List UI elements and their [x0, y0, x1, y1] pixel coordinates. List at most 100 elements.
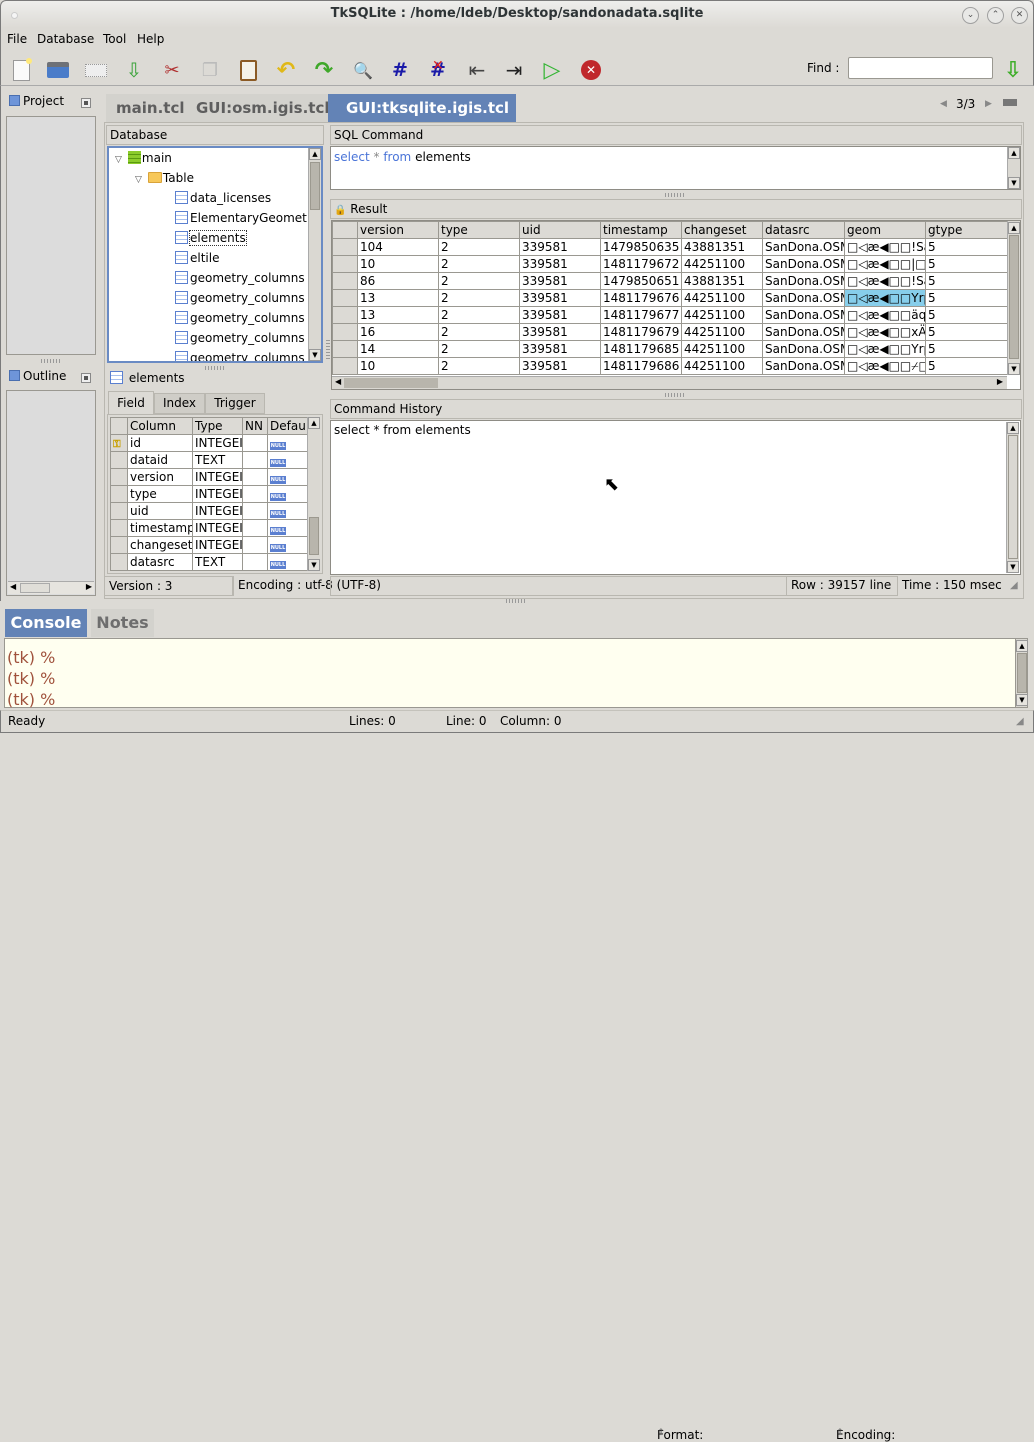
cell-default[interactable]: NULL — [267, 502, 309, 520]
cell-column[interactable]: id — [127, 434, 193, 452]
command-history[interactable]: select * from elements ▲ ▼ ⬉ — [330, 420, 1021, 575]
save-disabled-button[interactable] — [83, 57, 109, 83]
result-cell-uid[interactable]: 339581 — [519, 340, 601, 358]
outline-hscroll-thumb[interactable] — [20, 583, 50, 593]
result-cell-version[interactable]: 86 — [357, 272, 439, 290]
result-cell-type[interactable]: 2 — [438, 357, 520, 375]
scroll-right-icon[interactable]: ▶ — [86, 582, 92, 591]
col-header-datasrc[interactable]: datasrc — [762, 221, 845, 239]
result-cell-timestamp[interactable]: 1481179686 — [600, 357, 682, 375]
cell-default[interactable]: NULL — [267, 519, 309, 537]
scroll-down-icon[interactable]: ▼ — [309, 349, 321, 361]
result-cell-changeset[interactable]: 44251100 — [681, 323, 763, 341]
tree-item-db[interactable]: ▽ main — [115, 148, 172, 168]
result-cell-timestamp[interactable]: 1481179672 — [600, 255, 682, 273]
result-cell-version[interactable]: 16 — [357, 323, 439, 341]
scroll-down-icon[interactable]: ▼ — [1007, 561, 1019, 573]
tab-gui-osm[interactable]: GUI:osm.igis.tcl — [186, 94, 340, 122]
result-cell-type[interactable]: 2 — [438, 289, 520, 307]
sql-splitter[interactable] — [665, 193, 685, 197]
result-cell-geom[interactable]: □◁æ◀□□!SãJ — [844, 238, 926, 256]
result-cell-changeset[interactable]: 44251100 — [681, 357, 763, 375]
window-resize-grip-icon[interactable]: ◢ — [1016, 716, 1024, 727]
sidebar-splitter[interactable] — [41, 359, 61, 363]
col-header-gtype[interactable]: gtype — [925, 221, 1008, 239]
schema-vscrollbar[interactable]: ▲ ▼ — [307, 417, 320, 571]
result-cell-geom[interactable]: □◁æ◀□□|□/Q — [844, 255, 926, 273]
cell-nn[interactable] — [242, 451, 268, 469]
tab-index[interactable]: Index — [154, 393, 205, 414]
prev-tab-icon[interactable]: ◀ — [940, 99, 947, 109]
schema-row[interactable]: version INTEGEI NULL — [110, 468, 309, 486]
scroll-right-icon[interactable]: ▶ — [997, 377, 1003, 386]
history-scroll-thumb[interactable] — [1008, 435, 1018, 559]
minimize-button[interactable]: ⌄ — [962, 7, 979, 24]
result-cell-version[interactable]: 10 — [357, 357, 439, 375]
row-header[interactable]: ⚿ — [110, 434, 128, 452]
cell-nn[interactable] — [242, 434, 268, 452]
schema-row[interactable]: dataid TEXT NULL — [110, 451, 309, 469]
history-vscrollbar[interactable]: ▲ ▼ — [1006, 422, 1019, 573]
result-cell-timestamp[interactable]: 1481179685 — [600, 340, 682, 358]
result-cell-datasrc[interactable]: SanDona.OSM — [762, 238, 845, 256]
cell-default[interactable]: NULL — [267, 451, 309, 469]
result-cell-type[interactable]: 2 — [438, 306, 520, 324]
result-cell-gtype[interactable]: 5 — [925, 306, 1008, 324]
result-cell-geom[interactable]: □◁æ◀□□!SãJ — [844, 272, 926, 290]
console-splitter[interactable] — [506, 599, 526, 603]
outline-pin-button[interactable] — [81, 373, 91, 383]
console-output[interactable]: ` ´ (tk) % (tk) % (tk) % — [4, 638, 1016, 709]
col-header-type[interactable]: type — [438, 221, 520, 239]
result-cell-gtype[interactable]: 5 — [925, 289, 1008, 307]
result-cell-gtype[interactable]: 5 — [925, 323, 1008, 341]
cell-default[interactable]: NULL — [267, 485, 309, 503]
result-cell-uid[interactable]: 339581 — [519, 272, 601, 290]
row-header[interactable] — [332, 238, 358, 256]
tab-console[interactable]: Console — [5, 609, 87, 637]
result-cell-type[interactable]: 2 — [438, 323, 520, 341]
scroll-down-icon[interactable]: ▼ — [1016, 694, 1028, 706]
result-cell-uid[interactable]: 339581 — [519, 306, 601, 324]
cell-column[interactable]: type — [127, 485, 193, 503]
scroll-down-icon[interactable]: ▼ — [1008, 363, 1020, 375]
result-cell-changeset[interactable]: 43881351 — [681, 272, 763, 290]
result-cell-geom[interactable]: □◁æ◀□□⌿□□3 — [844, 357, 926, 375]
tree-item-table[interactable]: data_licenses — [175, 188, 271, 208]
tab-main-tcl[interactable]: main.tcl — [106, 94, 195, 122]
expand-toggle-icon[interactable]: ▽ — [115, 155, 122, 165]
find-go-button[interactable]: ⇩ — [1000, 57, 1026, 83]
cell-type[interactable]: INTEGEI — [192, 468, 243, 486]
tree-vscrollbar[interactable]: ▲ ▼ — [308, 148, 321, 361]
result-cell-timestamp[interactable]: 1479850635 — [600, 238, 682, 256]
result-scroll-thumb[interactable] — [1009, 235, 1019, 359]
schema-row[interactable]: uid INTEGEI NULL — [110, 502, 309, 520]
cell-type[interactable]: TEXT — [192, 451, 243, 469]
menu-tool[interactable]: Tool — [103, 32, 126, 46]
cell-column[interactable]: version — [127, 468, 193, 486]
result-cell-uid[interactable]: 339581 — [519, 357, 601, 375]
result-row[interactable]: 104 2 339581 1479850635 43881351 SanDona.OSM □… — [332, 238, 1008, 256]
schema-row[interactable]: ⚿ id INTEGEI NULL — [110, 434, 309, 452]
col-header-timestamp[interactable]: timestamp — [600, 221, 682, 239]
close-window-button[interactable]: ✕ — [1011, 7, 1028, 24]
cell-column[interactable]: datasrc — [127, 553, 193, 571]
schema-row[interactable]: type INTEGEI NULL — [110, 485, 309, 503]
row-header[interactable] — [110, 485, 128, 503]
col-header-version[interactable]: version — [357, 221, 439, 239]
result-row[interactable]: 16 2 339581 1481179679 44251100 SanDona.OSM □◁… — [332, 323, 1008, 341]
download-button[interactable]: ⇩ — [121, 57, 147, 83]
cell-nn[interactable] — [242, 468, 268, 486]
tree-item-table[interactable]: geometry_columns — [175, 288, 305, 308]
row-header[interactable] — [110, 519, 128, 537]
console-vscrollbar[interactable]: ▲ ▼ — [1015, 638, 1028, 708]
col-header-column[interactable]: Column — [127, 417, 193, 435]
cell-type[interactable]: INTEGEI — [192, 502, 243, 520]
result-cell-datasrc[interactable]: SanDona.OSM — [762, 306, 845, 324]
menu-file[interactable]: File — [7, 32, 27, 46]
cell-type[interactable]: INTEGEI — [192, 519, 243, 537]
stop-button[interactable]: ✕ — [578, 57, 604, 83]
cell-default[interactable]: NULL — [267, 553, 309, 571]
result-hscroll-thumb[interactable] — [344, 378, 438, 388]
tree-item-table[interactable]: geometry_columns — [175, 308, 305, 328]
copy-button[interactable]: ❐ — [197, 57, 223, 83]
